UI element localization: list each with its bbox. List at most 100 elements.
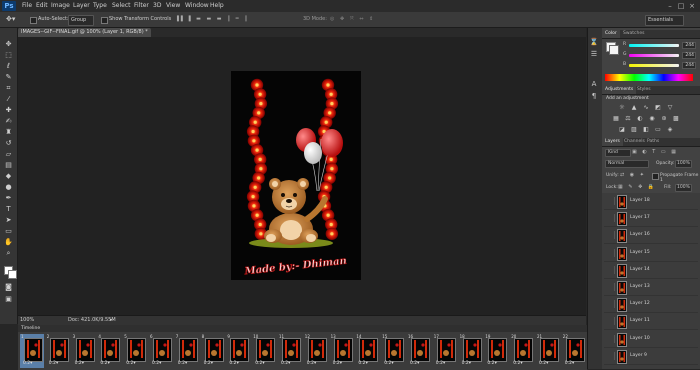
history-brush-icon[interactable]: ↺	[3, 139, 14, 148]
background-color-swatch[interactable]	[8, 270, 17, 279]
layer-name[interactable]: Layer 17	[630, 210, 650, 226]
layer-visibility-toggle[interactable]	[606, 283, 615, 291]
layer-visibility-toggle[interactable]	[606, 317, 615, 326]
close-icon[interactable]: ×	[688, 2, 696, 10]
frame-delay[interactable]: 0.2▾	[100, 361, 109, 366]
fill-input[interactable]: 100%	[675, 184, 692, 192]
timeline-frame[interactable]: 11 0.2▾	[278, 334, 302, 368]
timeline-frame[interactable]: 4 0.2▾	[97, 334, 121, 368]
frame-delay[interactable]: 0.2▾	[436, 361, 445, 366]
shape-tool-icon[interactable]: ▭	[3, 227, 14, 236]
frame-thumbnail[interactable]	[411, 338, 430, 362]
layer-row[interactable]: Layer 10	[604, 331, 698, 348]
menu-filter[interactable]: Filter	[134, 0, 149, 12]
timeline-frame[interactable]: 20 0.2▾	[510, 334, 534, 368]
maximize-icon[interactable]: □	[677, 2, 685, 10]
frame-thumbnail[interactable]	[153, 338, 172, 362]
timeline-frame[interactable]: 21 0.2▾	[536, 334, 560, 368]
propagate-checkbox[interactable]	[652, 173, 659, 180]
frame-thumbnail[interactable]	[488, 338, 508, 362]
quick-select-tool-icon[interactable]: ✎	[3, 73, 14, 82]
brightness-adjust-icon[interactable]: ☼	[618, 104, 626, 111]
frame-thumbnail[interactable]	[307, 338, 327, 362]
frame-delay[interactable]: 0.2▾	[565, 361, 574, 366]
frame-thumbnail[interactable]	[436, 338, 456, 362]
frame-delay[interactable]: 0.2▾	[333, 361, 342, 366]
layer-name[interactable]: Layer 14	[630, 262, 650, 278]
timeline-frame[interactable]: 5 0.2▾	[123, 334, 147, 368]
vibrance-adjust-icon[interactable]: ▽	[666, 104, 674, 111]
menu-view[interactable]: View	[166, 0, 180, 12]
path-select-icon[interactable]: ➤	[3, 216, 14, 225]
timeline-frame[interactable]: 14 0.2▾	[355, 334, 379, 368]
timeline-frame[interactable]: 18 0.2▾	[459, 334, 483, 368]
layer-visibility-toggle[interactable]	[606, 300, 615, 309]
layer-name[interactable]: Layer 12	[630, 296, 650, 312]
frame-delay[interactable]: 0.2▾	[384, 361, 393, 366]
menu-layer[interactable]: Layer	[73, 0, 90, 12]
pen-tool-icon[interactable]: ✒	[3, 194, 14, 203]
frame-delay[interactable]: 0.2▾	[487, 361, 496, 366]
layer-filter-icons[interactable]: ▣ ◐ T ▭ ▦	[632, 149, 678, 155]
frame-delay[interactable]: 0.2▾	[462, 361, 471, 366]
hand-tool-icon[interactable]: ✋	[3, 238, 14, 247]
frame-thumbnail[interactable]	[49, 338, 69, 362]
brush-tool-icon[interactable]: ✍	[3, 117, 14, 126]
menu-file[interactable]: File	[22, 0, 32, 12]
frame-delay[interactable]: 0.2▾	[307, 361, 316, 366]
move-tool-icon[interactable]: ✥▾	[6, 15, 15, 24]
eraser-tool-icon[interactable]: ▱	[3, 150, 14, 159]
show-transform-checkbox[interactable]	[101, 17, 108, 24]
channel-g-value[interactable]: 244	[682, 52, 696, 59]
auto-select-checkbox[interactable]	[30, 17, 37, 24]
bw-adjust-icon[interactable]: ◐	[636, 115, 644, 122]
menu-type[interactable]: Type	[93, 0, 107, 12]
layer-name[interactable]: Layer 11	[630, 313, 650, 329]
menu-help[interactable]: Help	[210, 0, 224, 12]
frame-thumbnail[interactable]	[514, 338, 534, 362]
frame-thumbnail[interactable]	[462, 338, 482, 362]
layer-visibility-toggle[interactable]	[606, 334, 615, 343]
frame-thumbnail[interactable]	[256, 338, 276, 362]
doc-info[interactable]: Doc: 421.0K/9.55M	[68, 317, 116, 323]
layer-row[interactable]: Layer 11	[604, 313, 698, 331]
levels-adjust-icon[interactable]: ▲	[630, 104, 638, 111]
layer-filter-kind[interactable]: Kind	[605, 149, 631, 157]
layer-row[interactable]: Layer 15	[604, 245, 698, 262]
timeline-frame[interactable]: 22 0.2▾	[562, 334, 586, 368]
layer-name[interactable]: Layer 18	[630, 193, 650, 209]
quick-mask-icon[interactable]: ◙	[3, 283, 14, 292]
unify-icons[interactable]: ⇄ ◉ ✦	[620, 172, 646, 178]
screen-mode-icon[interactable]: ▣	[3, 295, 14, 304]
frame-delay[interactable]: 0.2▾	[126, 361, 135, 366]
frame-delay[interactable]: 0.2▾	[204, 361, 213, 366]
color-lookup-icon[interactable]: ▩	[672, 115, 680, 122]
layer-row[interactable]: Layer 17	[604, 210, 698, 228]
timeline-frame[interactable]: 13 0.2▾	[330, 334, 354, 368]
menu-3d[interactable]: 3D	[153, 0, 161, 12]
document-tab[interactable]: IMAGES--GIF--FINAL.gif @ 100% (Layer 1, …	[18, 28, 151, 37]
frame-delay[interactable]: 0.2▾	[49, 361, 58, 366]
threshold-icon[interactable]: ◧	[642, 126, 650, 133]
eyedropper-tool-icon[interactable]: ⁄	[3, 95, 14, 104]
timeline-frame[interactable]: 15 0.2▾	[381, 334, 405, 368]
channel-b-value[interactable]: 244	[682, 62, 696, 69]
layer-row[interactable]: Layer 16	[604, 227, 698, 245]
tab-color[interactable]: Color	[602, 30, 620, 38]
frame-delay[interactable]: 0.2▾	[513, 361, 522, 366]
layer-visibility-toggle[interactable]	[606, 231, 615, 240]
frame-thumbnail[interactable]	[178, 338, 198, 362]
frame-delay[interactable]: 0.2▾	[152, 361, 161, 366]
paragraph-icon[interactable]: ¶	[589, 92, 599, 101]
exposure-adjust-icon[interactable]: ◩	[654, 104, 662, 111]
document-canvas[interactable]: Made by:- Dhiman	[231, 71, 361, 280]
timeline-frame[interactable]: 17 0.2▾	[433, 334, 457, 368]
timeline-frame[interactable]: 7 0.2▾	[175, 334, 199, 368]
hue-adjust-icon[interactable]: ▦	[612, 115, 620, 122]
layer-name[interactable]: Layer 13	[630, 279, 650, 295]
timeline-frame[interactable]: 16 0.2▾	[407, 334, 431, 368]
timeline-frame[interactable]: 8 0.2▾	[201, 334, 225, 368]
gradient-map-icon[interactable]: ▭	[654, 126, 662, 133]
lock-icons[interactable]: ▦ ✎ ✥ 🔒	[618, 184, 656, 190]
zoom-level[interactable]: 100%	[20, 317, 34, 323]
